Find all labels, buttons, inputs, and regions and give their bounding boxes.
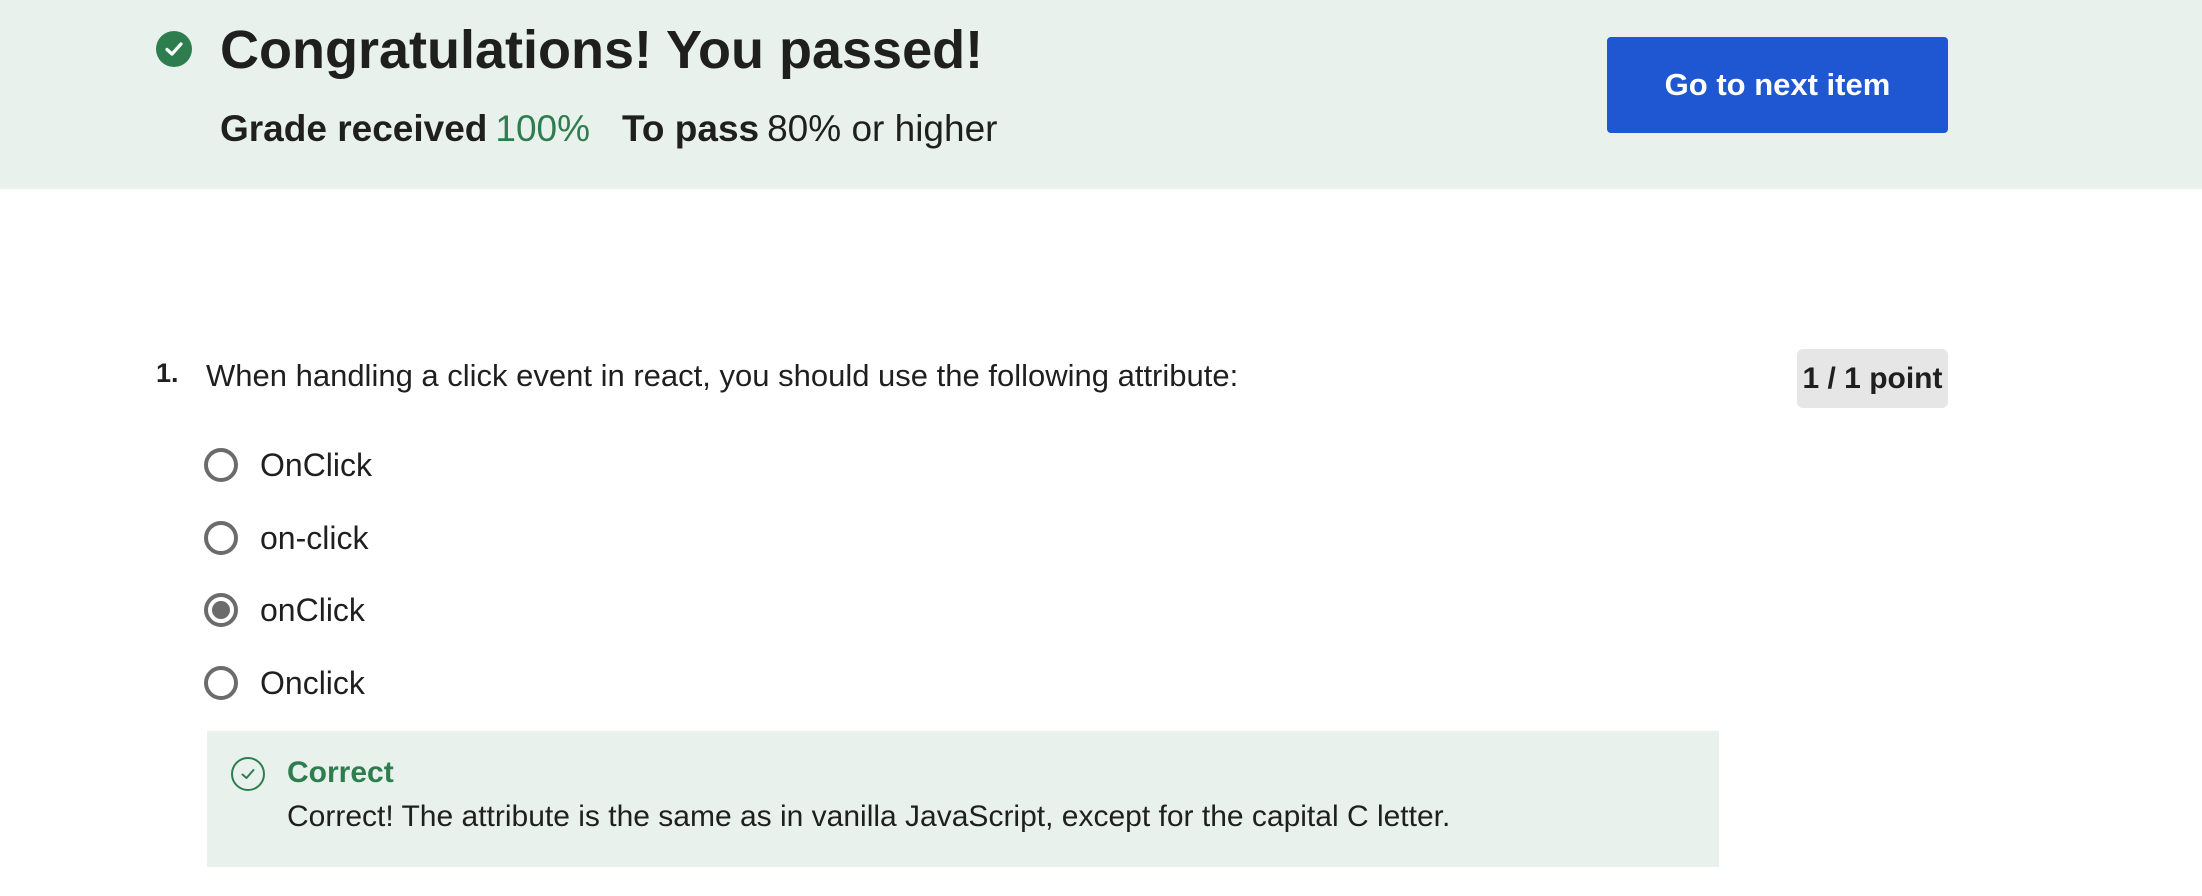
points-badge: 1 / 1 point [1797,349,1948,408]
grade-label: Grade received [220,108,488,149]
answer-option[interactable]: Onclick [204,661,365,705]
pass-threshold-label: To pass [622,108,760,149]
radio-button-selected[interactable] [204,593,238,627]
answer-option-label: onClick [260,592,365,628]
answer-option[interactable]: onClick [204,588,365,632]
feedback-text: Correct! The attribute is the same as in… [287,800,1451,833]
answer-option-label: Onclick [260,665,365,701]
result-banner: Congratulations! You passed! Grade recei… [0,0,2202,189]
question-number: 1. [156,358,179,388]
feedback-panel: Correct Correct! The attribute is the sa… [207,731,1719,867]
feedback-title: Correct [287,756,394,789]
go-to-next-item-button[interactable]: Go to next item [1607,37,1948,133]
question-text: When handling a click event in react, yo… [206,358,1239,393]
radio-button[interactable] [204,448,238,482]
answer-option-label: on-click [260,520,369,556]
grade-summary: Grade received 100% To pass 80% or higher [220,104,997,154]
radio-button[interactable] [204,666,238,700]
pass-title: Congratulations! You passed! [220,20,984,80]
answer-option[interactable]: OnClick [204,443,372,487]
grade-value: 100% [495,108,591,149]
check-outline-icon [231,757,265,791]
pass-threshold-value: 80% or higher [767,108,998,149]
check-circle-icon [156,31,192,67]
radio-button[interactable] [204,521,238,555]
answer-option-label: OnClick [260,447,373,483]
answer-option[interactable]: on-click [204,516,368,560]
